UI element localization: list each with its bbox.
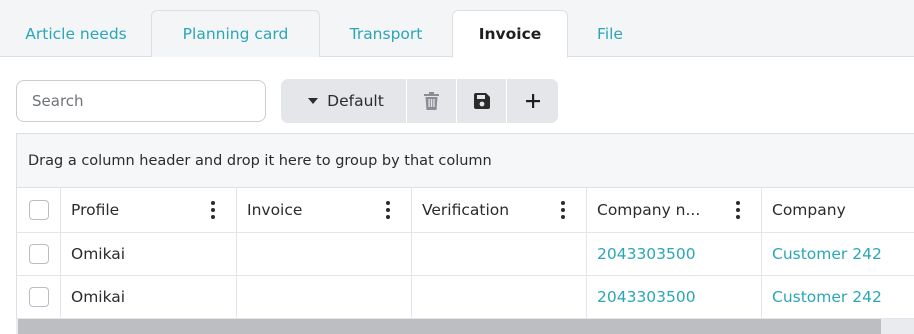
view-button-group: Default [281, 79, 558, 123]
column-menu-icon[interactable] [211, 201, 215, 219]
tab-planning-card[interactable]: Planning card [151, 10, 320, 57]
table-row[interactable]: Omikai 2043303500 Customer 242 [17, 233, 914, 276]
cell-invoice [237, 233, 412, 275]
select-all-checkbox[interactable] [28, 200, 49, 220]
tab-bar: Article needs Planning card Transport In… [0, 0, 914, 58]
scrollbar-thumb[interactable] [18, 319, 881, 334]
column-header-label: Invoice [247, 201, 303, 219]
cell-profile: Omikai [61, 276, 237, 318]
data-grid: Profile Invoice Verification Company n..… [16, 188, 914, 334]
column-header-verification[interactable]: Verification [412, 188, 587, 232]
view-select-button[interactable]: Default [281, 79, 407, 123]
grid-header-row: Profile Invoice Verification Company n..… [17, 188, 914, 233]
delete-view-button[interactable] [407, 79, 457, 123]
column-header-label: Verification [422, 201, 510, 219]
tab-invoice[interactable]: Invoice [452, 10, 568, 58]
cell-company-number-link[interactable]: 2043303500 [587, 276, 762, 318]
row-checkbox[interactable] [28, 244, 49, 264]
column-header-label: Company n... [597, 201, 701, 219]
view-select-label: Default [327, 92, 384, 110]
cell-invoice [237, 276, 412, 318]
plus-icon [525, 94, 540, 108]
column-header-company-number[interactable]: Company n... [587, 188, 762, 232]
header-select-cell [17, 188, 61, 232]
column-menu-icon[interactable] [386, 201, 390, 219]
cell-company-link[interactable]: Customer 242 [762, 233, 914, 275]
caret-down-icon [308, 98, 319, 104]
horizontal-scrollbar[interactable] [16, 319, 914, 334]
group-by-panel[interactable]: Drag a column header and drop it here to… [16, 133, 914, 188]
column-menu-icon[interactable] [736, 201, 740, 219]
tab-transport[interactable]: Transport [320, 10, 452, 57]
column-menu-icon[interactable] [561, 201, 565, 219]
tab-article-needs[interactable]: Article needs [0, 10, 152, 57]
search-input[interactable] [16, 80, 266, 122]
row-select-cell [17, 233, 61, 275]
trash-icon [424, 92, 439, 110]
column-header-profile[interactable]: Profile [61, 188, 237, 232]
column-header-company[interactable]: Company [762, 188, 914, 232]
cell-verification [412, 276, 587, 318]
cell-verification [412, 233, 587, 275]
column-header-label: Company [772, 201, 846, 219]
cell-company-link[interactable]: Customer 242 [762, 276, 914, 318]
cell-company-number-link[interactable]: 2043303500 [587, 233, 762, 275]
add-view-button[interactable] [507, 79, 558, 123]
row-checkbox[interactable] [28, 287, 49, 307]
floppy-disk-icon [473, 93, 490, 109]
table-row[interactable]: Omikai 2043303500 Customer 242 [17, 276, 914, 319]
row-select-cell [17, 276, 61, 318]
cell-profile: Omikai [61, 233, 237, 275]
column-header-label: Profile [71, 201, 120, 219]
group-by-hint: Drag a column header and drop it here to… [28, 152, 492, 169]
save-view-button[interactable] [457, 79, 507, 123]
tab-file[interactable]: File [568, 10, 652, 57]
column-header-invoice[interactable]: Invoice [237, 188, 412, 232]
